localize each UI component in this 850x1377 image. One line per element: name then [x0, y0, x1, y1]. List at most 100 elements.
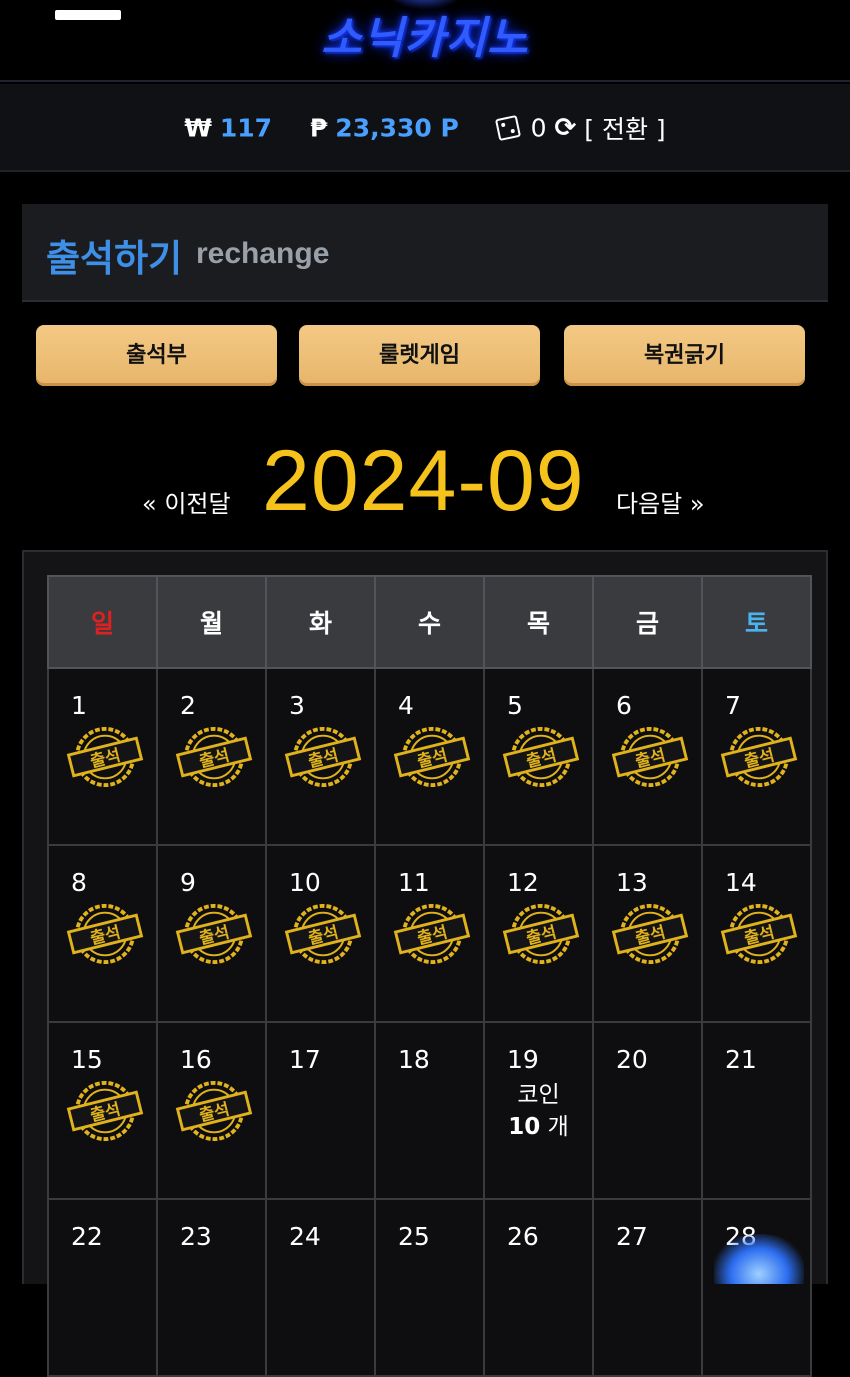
attendance-stamp-icon: 출석: [720, 903, 798, 965]
day-number: 6: [616, 691, 632, 720]
day-number: 13: [616, 868, 648, 897]
attendance-stamp-icon: 출석: [393, 726, 471, 788]
calendar-day-cell[interactable]: 17: [265, 1021, 376, 1200]
attendance-stamp: 출석: [720, 902, 798, 966]
calendar-day-cell[interactable]: 22: [47, 1198, 158, 1377]
next-month-link[interactable]: 다음달 »: [616, 484, 705, 519]
attendance-stamp: 출석: [611, 902, 689, 966]
calendar-day-cell[interactable]: 11 출석: [374, 844, 485, 1023]
wallet-bar: ₩ 117 ₱ 23,330 P 0 ⟳ [ 전환 ]: [0, 84, 850, 172]
day-number: 8: [71, 868, 87, 897]
day-number: 11: [398, 868, 430, 897]
attendance-stamp: 출석: [284, 725, 362, 789]
lottery-scratch-button[interactable]: 복권긁기: [564, 325, 805, 386]
day-number: 14: [725, 868, 757, 897]
calendar-day-cell[interactable]: 3 출석: [265, 667, 376, 846]
attendance-stamp: 출석: [66, 725, 144, 789]
calendar-day-cell[interactable]: 13 출석: [592, 844, 703, 1023]
calendar-day-cell[interactable]: 10 출석: [265, 844, 376, 1023]
page-title: 출석하기: [46, 237, 183, 280]
calendar-day-cell[interactable]: 6 출석: [592, 667, 703, 846]
attendance-stamp: 출석: [611, 725, 689, 789]
won-icon: ₩: [184, 113, 212, 143]
calendar-day-cell[interactable]: 5 출석: [483, 667, 594, 846]
convert-button[interactable]: [ 전환 ]: [584, 115, 665, 144]
attendance-stamp: 출석: [393, 902, 471, 966]
attendance-stamp: 출석: [175, 725, 253, 789]
attendance-stamp: 출석: [175, 1079, 253, 1143]
weekday-header: 목: [483, 575, 594, 669]
attendance-stamp: 출석: [393, 725, 471, 789]
point-balance: 23,330 P: [335, 113, 459, 143]
weekday-header: 토: [701, 575, 812, 669]
day-number: 12: [507, 868, 539, 897]
attendance-stamp: 출석: [502, 725, 580, 789]
calendar-day-cell[interactable]: 28: [701, 1198, 812, 1377]
attendance-stamp: 출석: [66, 1079, 144, 1143]
calendar-day-cell[interactable]: 4 출석: [374, 667, 485, 846]
weekday-header: 수: [374, 575, 485, 669]
calendar-day-cell[interactable]: 25: [374, 1198, 485, 1377]
attendance-stamp: 출석: [66, 902, 144, 966]
attendance-stamp-icon: 출석: [611, 903, 689, 965]
day-number: 3: [289, 691, 305, 720]
top-bar: 소닉카지노: [0, 0, 850, 82]
day-number: 4: [398, 691, 414, 720]
calendar-day-cell[interactable]: 2 출석: [156, 667, 267, 846]
floating-chat-icon[interactable]: [714, 1234, 804, 1284]
calendar-day-cell[interactable]: 16 출석: [156, 1021, 267, 1200]
day-number: 21: [725, 1045, 757, 1074]
day-number: 15: [71, 1045, 103, 1074]
weekday-header: 일: [47, 575, 158, 669]
calendar-day-cell[interactable]: 23: [156, 1198, 267, 1377]
attendance-calendar: 일월화수목금토 1 출석 2 출석 3 출석 4 출석 5 출석 6 출석 7 …: [47, 575, 812, 1377]
calendar-day-cell[interactable]: 21: [701, 1021, 812, 1200]
attendance-stamp: 출석: [502, 902, 580, 966]
attendance-stamp-icon: 출석: [611, 726, 689, 788]
calendar-day-cell[interactable]: 7 출석: [701, 667, 812, 846]
reward-unit: 개: [547, 1114, 569, 1140]
day-number: 1: [71, 691, 87, 720]
day-number: 5: [507, 691, 523, 720]
attendance-stamp-icon: 출석: [502, 726, 580, 788]
weekday-header: 월: [156, 575, 267, 669]
calendar-day-cell[interactable]: 20: [592, 1021, 703, 1200]
calendar-day-cell[interactable]: 15 출석: [47, 1021, 158, 1200]
day-number: 23: [180, 1222, 212, 1251]
attendance-stamp-icon: 출석: [175, 903, 253, 965]
attendance-book-button[interactable]: 출석부: [36, 325, 277, 386]
attendance-stamp-icon: 출석: [175, 726, 253, 788]
dice-icon: [494, 114, 521, 142]
weekday-header: 금: [592, 575, 703, 669]
current-month: 2024-09: [262, 433, 585, 529]
roulette-game-button[interactable]: 룰렛게임: [299, 325, 540, 386]
calendar-day-cell[interactable]: 19 코인 10 개: [483, 1021, 594, 1200]
day-number: 10: [289, 868, 321, 897]
calendar-day-cell[interactable]: 9 출석: [156, 844, 267, 1023]
calendar-day-cell[interactable]: 18: [374, 1021, 485, 1200]
attendance-stamp: 출석: [175, 902, 253, 966]
day-number: 27: [616, 1222, 648, 1251]
attendance-stamp-icon: 출석: [502, 903, 580, 965]
reward-label: 코인 10 개: [485, 1079, 592, 1143]
attendance-stamp-icon: 출석: [393, 903, 471, 965]
calendar-day-cell[interactable]: 14 출석: [701, 844, 812, 1023]
attendance-stamp: 출석: [720, 725, 798, 789]
calendar-day-cell[interactable]: 27: [592, 1198, 703, 1377]
prev-month-link[interactable]: « 이전달: [142, 484, 231, 519]
calendar-day-cell[interactable]: 24: [265, 1198, 376, 1377]
calendar-day-cell[interactable]: 12 출석: [483, 844, 594, 1023]
attendance-stamp-icon: 출석: [284, 903, 362, 965]
reward-amount: 10: [508, 1114, 541, 1140]
attendance-stamp: 출석: [284, 902, 362, 966]
page-subtitle: rechange: [196, 237, 330, 270]
refresh-icon[interactable]: ⟳: [555, 113, 577, 143]
weekday-header: 화: [265, 575, 376, 669]
calendar-day-cell[interactable]: 8 출석: [47, 844, 158, 1023]
calendar-day-cell[interactable]: 1 출석: [47, 667, 158, 846]
day-number: 2: [180, 691, 196, 720]
calendar-day-cell[interactable]: 26: [483, 1198, 594, 1377]
attendance-stamp-icon: 출석: [284, 726, 362, 788]
day-number: 18: [398, 1045, 430, 1074]
site-logo[interactable]: 소닉카지노: [0, 2, 850, 66]
